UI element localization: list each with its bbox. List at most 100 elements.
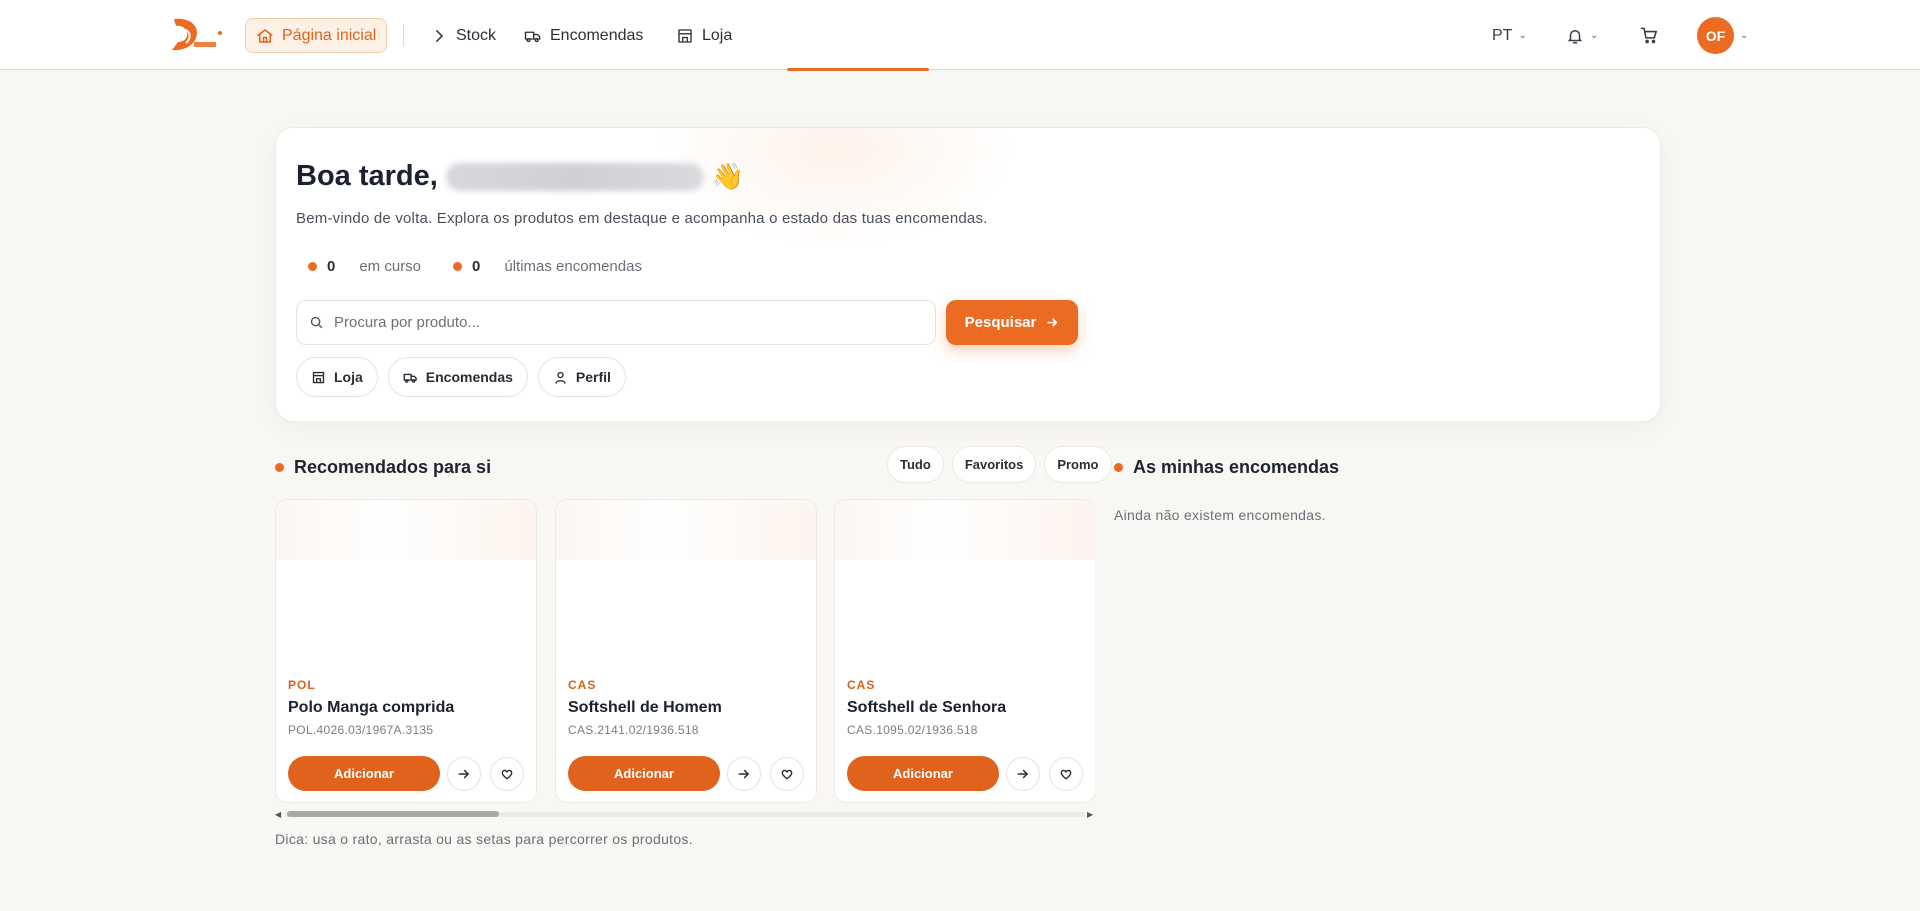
- nav-stock-label: Stock: [456, 26, 497, 44]
- nav-home-link[interactable]: Página inicial: [245, 18, 388, 53]
- add-to-cart-button[interactable]: Adicionar: [288, 756, 440, 791]
- recommended-title-text: Recomendados para si: [294, 457, 492, 477]
- quick-link-label: Loja: [334, 369, 363, 385]
- product-card[interactable]: CAS Softshell de Senhora CAS.1095.02/193…: [834, 499, 1095, 803]
- product-filters: Tudo Favoritos Promo: [887, 446, 1112, 483]
- quick-link-label: Perfil: [575, 369, 611, 385]
- nav-home-label: Página inicial: [282, 26, 377, 44]
- top-navigation-bar: Página inicial Stock Encomendas Loja PT …: [0, 0, 1920, 71]
- chevron-down-icon: ⌄: [1518, 30, 1527, 41]
- nav-orders-label: Encomendas: [550, 26, 644, 44]
- recommended-title: Recomendados para si: [275, 457, 491, 478]
- product-reference: POL.4026.03/1967A.3135: [288, 723, 434, 737]
- orders-empty-message: Ainda não existem encomendas.: [1114, 507, 1326, 523]
- arrow-right-icon: [738, 769, 749, 779]
- greeting-text: Boa tarde,: [296, 160, 438, 192]
- quick-link-orders[interactable]: Encomendas: [387, 357, 528, 397]
- welcome-subtitle: Bem-vindo de volta. Explora os produtos …: [296, 210, 988, 227]
- shopping-cart-icon: [1640, 27, 1658, 44]
- avatar: OF: [1697, 17, 1734, 54]
- nav-store-link[interactable]: Loja: [676, 18, 732, 53]
- product-reference: CAS.1095.02/1936.518: [847, 723, 978, 737]
- bell-icon: [1567, 29, 1583, 43]
- status-dot: [308, 262, 317, 271]
- carousel-hint: Dica: usa o rato, arrasta ou as setas pa…: [275, 831, 693, 847]
- nav-orders-link[interactable]: Encomendas: [524, 18, 643, 53]
- search-button[interactable]: Pesquisar: [946, 300, 1078, 345]
- product-carousel[interactable]: POL Polo Manga comprida POL.4026.03/1967…: [275, 499, 1095, 804]
- product-category: CAS: [568, 678, 597, 692]
- stat-label: últimas encomendas: [504, 258, 642, 275]
- filter-promo[interactable]: Promo: [1044, 446, 1112, 483]
- carousel-scrollbar[interactable]: ◀ ▶: [275, 810, 1095, 819]
- home-icon: [257, 28, 273, 43]
- search-icon: [310, 316, 323, 329]
- stat-value: 0: [327, 258, 336, 275]
- nav-store-label: Loja: [702, 26, 733, 44]
- scrollbar-thumb[interactable]: [287, 811, 499, 817]
- view-product-button[interactable]: [447, 757, 481, 791]
- product-name: Softshell de Senhora: [847, 699, 1007, 716]
- arrow-right-icon: [458, 769, 469, 779]
- product-name: Softshell de Homem: [568, 699, 722, 716]
- stat-recent-orders: 0 últimas encomendas: [453, 258, 642, 275]
- product-card[interactable]: POL Polo Manga comprida POL.4026.03/1967…: [275, 499, 537, 803]
- arrow-right-icon: [1017, 769, 1028, 779]
- filter-favorites[interactable]: Favoritos: [951, 446, 1037, 483]
- quick-link-store[interactable]: Loja: [296, 357, 378, 397]
- favorite-button[interactable]: [1049, 757, 1083, 791]
- nav-divider: [403, 24, 404, 46]
- product-reference: CAS.2141.02/1936.518: [568, 723, 699, 737]
- view-product-button[interactable]: [727, 757, 761, 791]
- stat-label: em curso: [359, 258, 422, 275]
- language-selector[interactable]: PT ⌄: [1492, 18, 1527, 53]
- scroll-right-arrow-icon[interactable]: ▶: [1087, 810, 1093, 819]
- brand-logo[interactable]: [170, 16, 224, 54]
- search-input[interactable]: [334, 314, 935, 331]
- search-button-label: Pesquisar: [964, 314, 1037, 331]
- my-orders-title: As minhas encomendas: [1114, 457, 1339, 478]
- view-product-button[interactable]: [1006, 757, 1040, 791]
- chevron-down-icon: ⌄: [1740, 30, 1749, 41]
- nav-stock-link[interactable]: Stock: [430, 18, 496, 53]
- user-icon: [555, 371, 566, 384]
- active-tab-indicator: [787, 68, 929, 71]
- heart-icon: [781, 769, 793, 780]
- cart-button[interactable]: [1640, 18, 1659, 53]
- delivery-truck-icon: [524, 31, 541, 42]
- waving-hand-icon: 👋: [711, 161, 745, 191]
- section-dot: [1114, 463, 1123, 472]
- store-icon: [678, 28, 692, 43]
- heart-icon: [501, 769, 513, 780]
- greeting-heading: Boa tarde, 👋: [296, 160, 744, 193]
- add-to-cart-button[interactable]: Adicionar: [568, 756, 720, 791]
- product-card[interactable]: CAS Softshell de Homem CAS.2141.02/1936.…: [555, 499, 817, 803]
- scroll-left-arrow-icon[interactable]: ◀: [275, 810, 281, 819]
- favorite-button[interactable]: [770, 757, 804, 791]
- chevron-right-icon: [436, 29, 444, 42]
- stat-in-progress: 0 em curso: [308, 258, 421, 275]
- quick-links: Loja Encomendas Perfil: [296, 357, 626, 397]
- store-icon: [312, 371, 325, 383]
- quick-link-profile[interactable]: Perfil: [537, 357, 626, 397]
- arrow-right-icon: [1047, 318, 1058, 327]
- my-orders-title-text: As minhas encomendas: [1133, 457, 1340, 477]
- product-search: [296, 300, 936, 345]
- status-dot: [453, 262, 463, 271]
- filter-all[interactable]: Tudo: [887, 446, 944, 483]
- product-category: POL: [288, 678, 316, 692]
- section-dot: [275, 463, 284, 472]
- language-label: PT: [1492, 26, 1513, 44]
- add-to-cart-button[interactable]: Adicionar: [847, 756, 999, 791]
- order-stats: 0 em curso 0 últimas encomendas: [308, 258, 642, 275]
- chevron-down-icon: ⌄: [1590, 30, 1599, 41]
- user-menu[interactable]: OF ⌄: [1697, 17, 1749, 54]
- product-category: CAS: [847, 678, 876, 692]
- favorite-button[interactable]: [490, 757, 524, 791]
- heart-icon: [1060, 769, 1072, 780]
- delivery-truck-icon: [403, 373, 417, 383]
- notifications-menu[interactable]: ⌄: [1566, 18, 1598, 53]
- blurred-user-name: [445, 162, 704, 191]
- product-name: Polo Manga comprida: [288, 699, 455, 716]
- quick-link-label: Encomendas: [425, 369, 513, 385]
